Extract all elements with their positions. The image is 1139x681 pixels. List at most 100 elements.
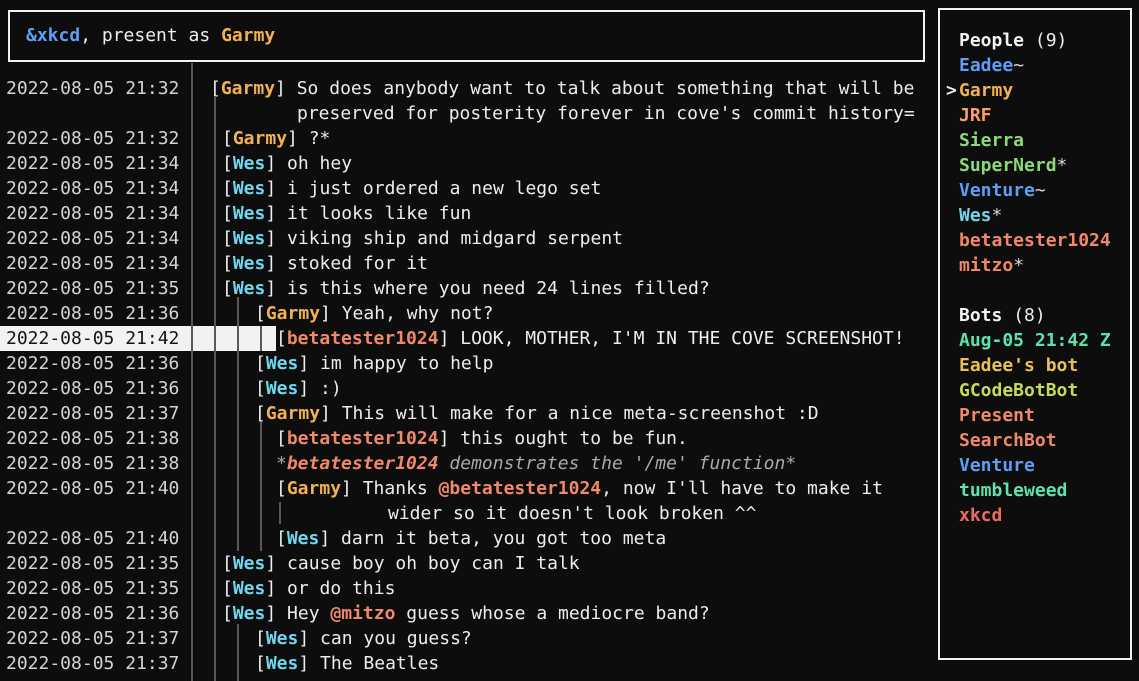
chat-message-row: 2022-08-05 21:36[Wes] im happy to help (0, 351, 936, 376)
timestamp: 2022-08-05 21:32 (0, 76, 192, 101)
bots-list-item[interactable]: xkcd (946, 503, 1130, 528)
nickname: mitzo (959, 255, 1013, 276)
message-text: [Wes] oh hey (222, 151, 352, 176)
bots-list-item[interactable]: Present (946, 403, 1130, 428)
chat-message-row: 2022-08-05 21:35[Wes] is this where you … (0, 276, 936, 301)
nickname: GCodeBotBot (959, 380, 1078, 401)
message-text: [Garmy] So does anybody want to talk abo… (210, 76, 914, 101)
timestamp: 2022-08-05 21:37 (0, 651, 192, 676)
message-text: *betatester1024 demonstrates the '/me' f… (276, 451, 796, 476)
nickname: Eadee (959, 55, 1013, 76)
nick-bracket: [ (276, 328, 287, 349)
status-suffix: ~ (1013, 55, 1024, 76)
message-text: wider so it doesn't look broken ^^ (388, 501, 756, 526)
nick-bracket: [ (222, 153, 233, 174)
timestamp: 2022-08-05 21:35 (0, 551, 192, 576)
nickname: Wes (959, 205, 992, 226)
message-text: [Wes] The Beatles (255, 651, 439, 676)
nick-bracket: ] (287, 128, 309, 149)
bots-list-item[interactable]: tumbleweed (946, 478, 1130, 503)
nick-bracket: [ (222, 578, 233, 599)
timestamp: 2022-08-05 21:38 (0, 426, 192, 451)
bots-list-item[interactable]: Venture (946, 453, 1130, 478)
nick-bracket: ] (265, 228, 287, 249)
message-text: [Wes] im happy to help (255, 351, 493, 376)
chat-message-row: wider so it doesn't look broken ^^ (0, 501, 936, 526)
chat-message-row: 2022-08-05 21:40[Garmy] Thanks @betatest… (0, 476, 936, 501)
timestamp: 2022-08-05 21:42 (0, 326, 192, 351)
people-list-item[interactable]: Wes* (946, 203, 1130, 228)
message-text: [Wes] or do this (222, 576, 395, 601)
nickname: SuperNerd (959, 155, 1057, 176)
nick-bracket: [ (276, 478, 287, 499)
list-spacer (946, 278, 1130, 303)
message-segment: This will make for a nice meta-screensho… (342, 403, 819, 424)
chat-rows: 2022-08-05 21:32[Garmy] So does anybody … (0, 76, 936, 676)
nickname: Wes (233, 153, 266, 174)
timestamp: 2022-08-05 21:34 (0, 251, 192, 276)
chat-message-row: 2022-08-05 21:38 *betatester1024 demonstr… (0, 451, 936, 476)
nickname: Venture (959, 455, 1035, 476)
people-list-item[interactable]: Venture~ (946, 178, 1130, 203)
list-title: People (959, 30, 1024, 51)
bots-list-item[interactable]: Aug-05 21:42 Z (946, 328, 1130, 353)
timestamp: 2022-08-05 21:36 (0, 601, 192, 626)
nick-bracket: ] (265, 178, 287, 199)
chat-message-row: 2022-08-05 21:38[betatester1024] this ou… (0, 426, 936, 451)
message-text: [Wes] is this where you need 24 lines fi… (222, 276, 710, 301)
nickname: Garmy (266, 403, 320, 424)
timestamp: 2022-08-05 21:38 (0, 451, 192, 476)
message-segment: LOOK, MOTHER, I'M IN THE COVE SCREENSHOT… (460, 328, 904, 349)
people-list-item[interactable]: SuperNerd* (946, 153, 1130, 178)
nickname: Garmy (221, 78, 275, 99)
nick-bracket: ] (265, 553, 287, 574)
nick-bracket: ] (275, 78, 297, 99)
message-segment: cause boy oh boy can I talk (287, 553, 580, 574)
people-list-item[interactable]: >Garmy (946, 78, 1130, 103)
chat-message-row: 2022-08-05 21:36[Garmy] Yeah, why not? (0, 301, 936, 326)
nick-bracket: [ (255, 653, 266, 674)
message-segment: im happy to help (320, 353, 493, 374)
list-count: (9) (1024, 30, 1067, 51)
message-text: [betatester1024] LOOK, MOTHER, I'M IN TH… (276, 326, 905, 351)
timestamp: 2022-08-05 21:34 (0, 201, 192, 226)
nickname: JRF (959, 105, 992, 126)
message-segment: * (276, 453, 287, 474)
message-segment: demonstrates the '/me' function (439, 453, 786, 474)
nick-bracket: ] (298, 628, 320, 649)
message-segment: i just ordered a new lego set (287, 178, 601, 199)
people-list-item[interactable]: JRF (946, 103, 1130, 128)
nick-bracket: [ (222, 278, 233, 299)
bots-list-item[interactable]: GCodeBotBot (946, 378, 1130, 403)
chat-message-row: 2022-08-05 21:34[Wes] viking ship and mi… (0, 226, 936, 251)
timestamp: 2022-08-05 21:35 (0, 576, 192, 601)
bots-list-item[interactable]: Eadee's bot (946, 353, 1130, 378)
nickname: Wes (233, 253, 266, 274)
message-segment: So does anybody want to talk about somet… (297, 78, 915, 99)
mention: @betatester1024 (439, 478, 602, 499)
nick-bracket: ] (265, 578, 287, 599)
people-list-item[interactable]: betatester1024 (946, 228, 1130, 253)
people-list-item[interactable]: Sierra (946, 128, 1130, 153)
people-list-item[interactable]: mitzo* (946, 253, 1130, 278)
message-text: [Wes] stoked for it (222, 251, 428, 276)
message-text: [Garmy] ?* (222, 126, 330, 151)
status-suffix: ~ (1035, 180, 1046, 201)
bots-list-item[interactable]: SearchBot (946, 428, 1130, 453)
nickname: Wes (233, 553, 266, 574)
nick-bracket: ] (265, 253, 287, 274)
message-segment: viking ship and midgard serpent (287, 228, 623, 249)
nick-bracket: ] (439, 428, 461, 449)
people-list-item[interactable]: Eadee~ (946, 53, 1130, 78)
message-text: [Wes] :) (255, 376, 342, 401)
message-text: [Wes] can you guess? (255, 626, 472, 651)
message-segment: Yeah, why not? (342, 303, 494, 324)
nick-bracket: [ (276, 428, 287, 449)
message-segment: wider so it doesn't look broken ^^ (388, 503, 756, 524)
current-nick: Garmy (221, 25, 275, 46)
nick-bracket: [ (255, 378, 266, 399)
nick-bracket: [ (255, 403, 266, 424)
thread-guide-line (237, 297, 239, 551)
timestamp: 2022-08-05 21:34 (0, 226, 192, 251)
message-segment: :) (320, 378, 342, 399)
